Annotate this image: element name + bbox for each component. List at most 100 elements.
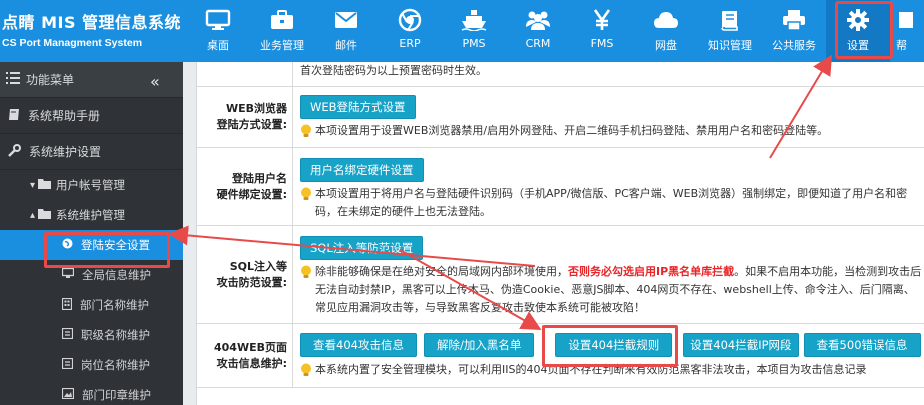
- ship-icon: [461, 8, 487, 32]
- 404-rules-highlight-box: [542, 325, 678, 367]
- row-content-cell: SQL注入等防范设置 除非能够确保是在绝对安全的局域网内部环境使用，否则务必勾选…: [300, 226, 924, 323]
- sidebar-item-help-manual[interactable]: 系统帮助手册: [0, 98, 183, 134]
- set-404-ip-range-button[interactable]: 设置404拦截IP网段: [683, 333, 799, 358]
- settings-row-web-login: WEB浏览器 登陆方式设置: WEB登陆方式设置 本项设置用于设置WEB浏览器禁…: [197, 87, 924, 148]
- row-label: SQL注入等: [229, 259, 287, 273]
- sidebar-item-rank-names[interactable]: 职级名称维护: [0, 320, 183, 350]
- row-content-cell: WEB登陆方式设置 本项设置用于设置WEB浏览器禁用/启用外网登陆、开启二维码手…: [300, 87, 924, 147]
- row-label: 404WEB页面: [214, 340, 287, 354]
- row-note: 本项设置用于将用户名与登陆硬件识别码（手机APP/微信版、PC客户端、WEB浏览…: [300, 185, 924, 220]
- list-box-icon: [61, 357, 74, 372]
- row-label-cell: [197, 62, 293, 86]
- sidebar-item-system-maintenance[interactable]: 系统维护设置: [0, 134, 183, 170]
- collapse-sidebar-button[interactable]: «: [150, 72, 160, 91]
- row-label: 硬件绑定设置:: [216, 187, 287, 201]
- envelope-icon: [333, 8, 359, 32]
- book-icon: [717, 8, 743, 32]
- sidebar-item-label: 全局信息维护: [82, 268, 151, 282]
- sidebar-group-label: 用户帐号管理: [56, 178, 126, 192]
- settings-row-sql-injection: SQL注入等 攻击防范设置: SQL注入等防范设置 除非能够确保是在绝对安全的局…: [197, 226, 924, 324]
- row-label-cell: 登陆用户名 硬件绑定设置:: [197, 148, 293, 225]
- nav-mail[interactable]: 邮件: [314, 0, 378, 62]
- view-500-errors-button[interactable]: 查看500错误信息: [803, 333, 921, 358]
- sql-injection-settings-button[interactable]: SQL注入等防范设置: [300, 236, 424, 261]
- web-login-settings-button[interactable]: WEB登陆方式设置: [300, 95, 416, 120]
- row-label: 攻击防范设置:: [216, 275, 287, 289]
- nav-label: 知识管理: [708, 39, 752, 52]
- view-404-attacks-button[interactable]: 查看404攻击信息: [300, 333, 417, 358]
- lightbulb-icon: [300, 265, 312, 279]
- sidebar-item-department-seals[interactable]: 部门印章维护: [0, 380, 183, 405]
- active-item-highlight-box: [44, 232, 170, 268]
- users-icon: [525, 8, 551, 32]
- row-note: 本项设置用于设置WEB浏览器禁用/启用外网登陆、开启二维码手机扫码登陆、禁用用户…: [300, 122, 924, 140]
- nav-help[interactable]: 帮: [890, 0, 920, 62]
- chevron-up-icon: ▴: [30, 209, 36, 221]
- settings-highlight-box: [835, 1, 893, 59]
- briefcase-icon: [269, 8, 295, 32]
- list-icon: [6, 72, 20, 87]
- nav-business[interactable]: 业务管理: [250, 0, 314, 62]
- nav-label: PMS: [462, 37, 486, 50]
- wrench-icon: [8, 143, 21, 160]
- row-note-text: 本项设置用于设置WEB浏览器禁用/启用外网登陆、开启二维码手机扫码登陆、禁用用户…: [315, 124, 829, 138]
- nav-fms[interactable]: FMS: [570, 0, 634, 62]
- sidebar-item-label: 系统帮助手册: [28, 109, 101, 123]
- sidebar-group-user-accounts[interactable]: ▾ 用户帐号管理: [0, 170, 183, 200]
- monitor-icon: [61, 267, 75, 282]
- nav-label: 邮件: [335, 39, 357, 52]
- row-label-cell: WEB浏览器 登陆方式设置:: [197, 87, 293, 147]
- blacklist-toggle-button[interactable]: 解除/加入黑名单: [423, 333, 535, 358]
- top-navbar: 点睛 MIS 管理信息系统 CS Port Managment System 桌…: [0, 0, 924, 62]
- sidebar: 功能菜单 « 系统帮助手册 系统维护设置 ▾ 用户帐号管理 ▴ 系统维护管理 登…: [0, 62, 183, 405]
- sidebar-item-label: 系统维护设置: [29, 145, 102, 159]
- chrome-icon: [397, 8, 423, 32]
- sidebar-item-label: 部门名称维护: [80, 298, 149, 312]
- sidebar-item-position-names[interactable]: 岗位名称维护: [0, 350, 183, 380]
- sidebar-group-label: 系统维护管理: [56, 208, 126, 222]
- list-box-icon: [61, 327, 74, 342]
- row-note-text: 除非能够确保是在绝对安全的局域网内部环境使用，否则务必勾选启用IP黑名单库拦截。…: [315, 263, 924, 316]
- main-content: 首次登陆密码为以上预置密码时生效。 WEB浏览器 登陆方式设置: WEB登陆方式…: [196, 62, 924, 405]
- monitor-icon: [205, 8, 231, 32]
- row-note: 除非能够确保是在绝对安全的局域网内部环境使用，否则务必勾选启用IP黑名单库拦截。…: [300, 263, 924, 316]
- nav-label: CRM: [525, 37, 551, 50]
- nav-public-service[interactable]: 公共服务: [762, 0, 826, 62]
- nav-label: ERP: [399, 37, 421, 50]
- yen-icon: [589, 8, 615, 32]
- brand-title: 点睛 MIS 管理信息系统: [2, 13, 182, 32]
- sidebar-group-system-maintenance[interactable]: ▴ 系统维护管理: [0, 200, 183, 230]
- book-icon: [8, 108, 20, 124]
- nav-desktop[interactable]: 桌面: [186, 0, 250, 62]
- sidebar-item-label: 部门印章维护: [82, 388, 151, 402]
- hardware-binding-settings-button[interactable]: 用户名绑定硬件设置: [300, 158, 424, 183]
- folder-icon: [38, 178, 52, 192]
- settings-row-top: 首次登陆密码为以上预置密码时生效。: [197, 62, 924, 87]
- sidebar-item-label: 岗位名称维护: [81, 358, 150, 372]
- nav-knowledge[interactable]: 知识管理: [698, 0, 762, 62]
- row-label: 登陆方式设置:: [216, 118, 287, 131]
- nav-label: 业务管理: [260, 39, 304, 52]
- sidebar-item-label: 职级名称维护: [81, 328, 150, 342]
- help-icon: [896, 8, 916, 32]
- sidebar-item-department-names[interactable]: 部门名称维护: [0, 290, 183, 320]
- settings-row-hardware-binding: 登陆用户名 硬件绑定设置: 用户名绑定硬件设置 本项设置用于将用户名与登陆硬件识…: [197, 148, 924, 226]
- nav-netdisk[interactable]: 网盘: [634, 0, 698, 62]
- row-label: 攻击信息维护:: [216, 356, 287, 370]
- nav-pms[interactable]: PMS: [442, 0, 506, 62]
- main-nav: 桌面 业务管理 邮件 ERP PMS CRM FMS 网盘 知识管理 公共服务 …: [186, 0, 920, 62]
- nav-label: 帮: [896, 39, 907, 52]
- brand-subtitle: CS Port Managment System: [2, 37, 143, 49]
- row-content-cell: 首次登陆密码为以上预置密码时生效。: [300, 62, 924, 86]
- row-content-cell: 用户名绑定硬件设置 本项设置用于将用户名与登陆硬件识别码（手机APP/微信版、P…: [300, 148, 924, 225]
- nav-erp[interactable]: ERP: [378, 0, 442, 62]
- brand: 点睛 MIS 管理信息系统 CS Port Managment System: [2, 9, 181, 49]
- row-label: WEB浏览器: [225, 102, 287, 116]
- nav-label: FMS: [590, 37, 614, 50]
- nav-label: 网盘: [655, 39, 677, 52]
- nav-label: 公共服务: [772, 39, 816, 52]
- row-note-text: 本项设置用于将用户名与登陆硬件识别码（手机APP/微信版、PC客户端、WEB浏览…: [315, 187, 908, 218]
- nav-crm[interactable]: CRM: [506, 0, 570, 62]
- top-note: 首次登陆密码为以上预置密码时生效。: [300, 64, 487, 77]
- note-warning-text: 否则务必勾选启用IP黑名单库拦截: [568, 265, 735, 279]
